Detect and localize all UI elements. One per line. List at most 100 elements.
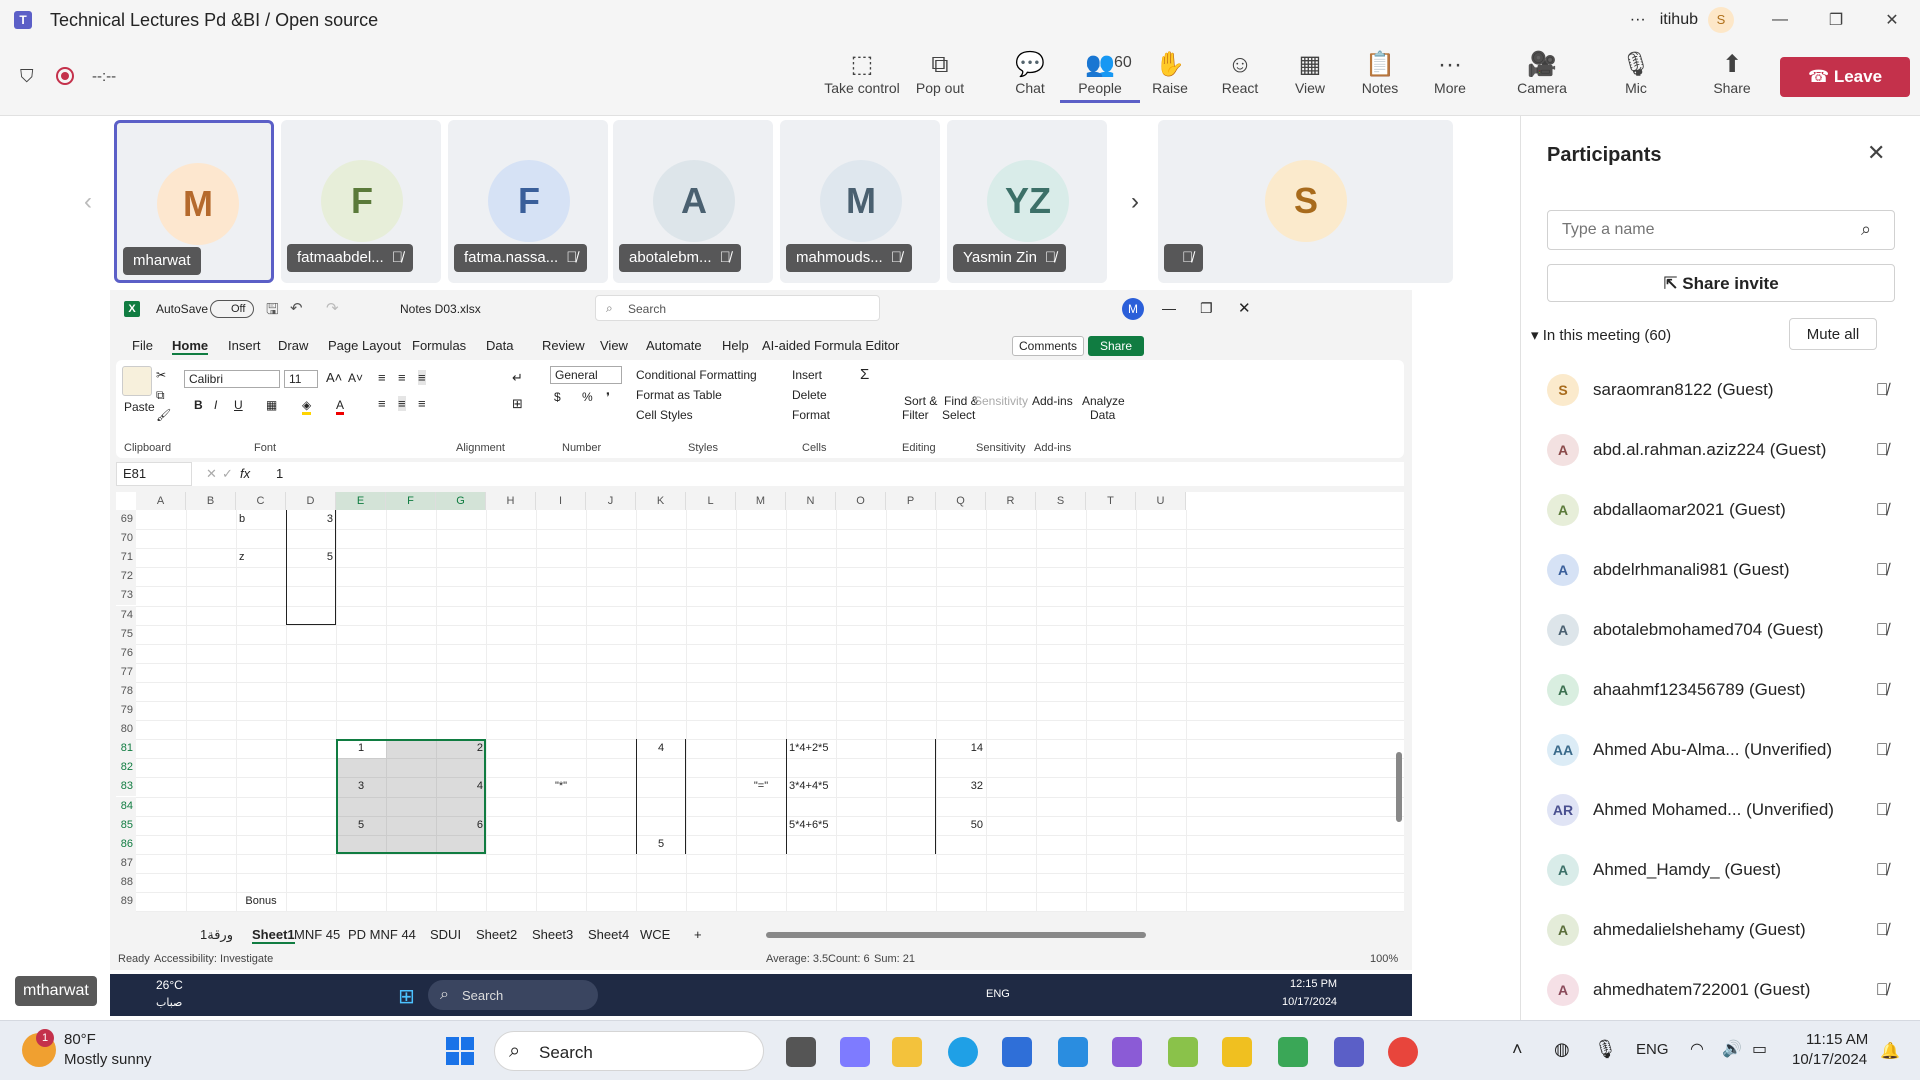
analyze-data-label[interactable]: Data xyxy=(1090,408,1115,422)
cell-value[interactable]: 2 xyxy=(389,911,433,912)
excel-close-button[interactable]: ✕ xyxy=(1238,299,1251,317)
border-icon[interactable]: ▦ xyxy=(266,398,277,412)
formula-input[interactable]: 1 xyxy=(268,462,1404,486)
participant-row[interactable]: Aabd.al.rahman.aziz224 (Guest) 🎙̸ xyxy=(1547,430,1897,470)
column-header[interactable]: O xyxy=(836,492,886,510)
participant-video-tile[interactable]: Ffatmaabdel... 🎙̸ xyxy=(281,120,441,283)
column-header[interactable]: K xyxy=(636,492,686,510)
participant-row[interactable]: Aabdelrhmanali981 (Guest) 🎙̸ xyxy=(1547,550,1897,590)
cell-value[interactable]: 5 xyxy=(339,816,383,835)
autosave-toggle[interactable]: Off xyxy=(210,300,254,318)
save-icon[interactable]: 🖫 xyxy=(266,299,279,324)
participant-row[interactable]: Aabdallaomar2021 (Guest) 🎙̸ xyxy=(1547,490,1897,530)
cell-value[interactable]: 1 xyxy=(339,911,383,912)
close-window-button[interactable]: ✕ xyxy=(1864,10,1920,30)
horizontal-scrollbar[interactable] xyxy=(766,932,1146,938)
windows-start-icon[interactable]: ⊞ xyxy=(398,984,415,1009)
participant-video-tile[interactable]: Mmahmouds... 🎙̸ xyxy=(780,120,940,283)
paste-icon[interactable] xyxy=(122,366,152,396)
cell-value[interactable]: 3*4+4*5 xyxy=(789,777,828,796)
row-header[interactable]: 82 xyxy=(116,758,136,778)
ribbon-tab-help[interactable]: Help xyxy=(722,338,749,353)
row-header[interactable]: 79 xyxy=(116,701,136,720)
comments-button[interactable]: Comments xyxy=(1012,336,1084,356)
ribbon-tab-review[interactable]: Review xyxy=(542,338,585,353)
column-header[interactable]: E xyxy=(336,492,386,510)
cell-value[interactable]: 5 xyxy=(539,911,583,912)
function-icon[interactable]: fx xyxy=(240,466,250,481)
os-lang[interactable]: ENG xyxy=(1636,1041,1669,1058)
teams-icon[interactable] xyxy=(1334,1037,1364,1067)
os-date[interactable]: 10/17/2024 xyxy=(1792,1051,1867,1068)
sensitivity-button[interactable]: Sensitivity xyxy=(974,394,1028,408)
addins-button[interactable]: Add-ins xyxy=(1032,394,1073,408)
cell-value[interactable]: 1*5+2*7+3*9 xyxy=(789,911,851,912)
number-format-select[interactable]: General xyxy=(550,366,622,384)
analyze-label[interactable]: Analyze xyxy=(1082,394,1125,408)
mic-off-icon[interactable]: 🎙̸ xyxy=(1867,560,1897,580)
participant-row[interactable]: A Ahmed_Hamdy_ (Guest) 🎙̸ xyxy=(1547,850,1897,890)
column-header[interactable]: D xyxy=(286,492,336,510)
excel-user-avatar[interactable]: M xyxy=(1122,298,1144,320)
column-header[interactable]: R xyxy=(986,492,1036,510)
app-icon-3[interactable] xyxy=(1278,1037,1308,1067)
sheet-tab[interactable]: MNF 45 xyxy=(294,927,340,942)
row-header[interactable]: 81 xyxy=(116,739,136,759)
leave-button[interactable]: ☎ Leave xyxy=(1780,57,1910,97)
participant-video-tile[interactable]: Ffatma.nassa... 🎙̸ xyxy=(448,120,608,283)
sheet-tab[interactable]: Sheet3 xyxy=(532,927,573,942)
toolbar-pop-out-button[interactable]: ⧉ Pop out xyxy=(900,50,980,96)
format-table-button[interactable]: Format as Table xyxy=(636,388,722,402)
accessibility-status[interactable]: Accessibility: Investigate xyxy=(154,953,273,965)
mute-all-button[interactable]: Mute all xyxy=(1789,318,1877,350)
inner-search-box[interactable]: ⌕ Search xyxy=(428,980,598,1010)
select-label[interactable]: Select xyxy=(942,408,975,422)
row-header[interactable]: 75 xyxy=(116,624,136,644)
bold-icon[interactable]: B xyxy=(194,398,203,412)
cell-value[interactable]: 5*4+6*5 xyxy=(789,816,828,835)
mic-off-icon[interactable]: 🎙̸ xyxy=(1867,620,1897,640)
row-header[interactable]: 74 xyxy=(116,605,136,625)
minimize-button[interactable]: — xyxy=(1752,11,1808,29)
wrap-text-icon[interactable]: ↵ xyxy=(512,370,523,386)
chrome-icon[interactable] xyxy=(1388,1037,1418,1067)
wifi-icon[interactable]: ◠ xyxy=(1690,1039,1704,1059)
underline-icon[interactable]: U xyxy=(234,398,243,412)
os-search-box[interactable]: ⌕ Search xyxy=(494,1031,764,1071)
ribbon-tab-file[interactable]: File xyxy=(132,338,153,353)
align-left-icon[interactable]: ≡ xyxy=(378,396,386,411)
participant-search-input[interactable] xyxy=(1547,210,1895,250)
row-header[interactable]: 72 xyxy=(116,567,136,587)
more-options-icon[interactable]: ··· xyxy=(1630,11,1646,29)
toolbar-chat-button[interactable]: 💬 Chat xyxy=(990,50,1070,96)
spreadsheet-grid[interactable]: A B C D E F G H I J K L M N O P Q R S T U 69 70 71 72 73 74 75 76 77 7… xyxy=(116,492,1404,912)
participant-video-tile[interactable]: S 🎙̸ xyxy=(1158,120,1453,283)
mic-off-icon[interactable]: 🎙̸ xyxy=(1867,680,1897,700)
align-middle-icon[interactable]: ≡ xyxy=(398,370,406,385)
participant-row[interactable]: Aahaahmf123456789 (Guest) 🎙̸ xyxy=(1547,670,1897,710)
toolbar-take-control-button[interactable]: ⬚ Take control xyxy=(822,50,902,96)
row-header[interactable]: 87 xyxy=(116,853,136,873)
row-header[interactable]: 70 xyxy=(116,529,136,549)
column-header[interactable]: F xyxy=(386,492,436,510)
edge-icon[interactable] xyxy=(948,1037,978,1067)
cell-value[interactable]: "=" xyxy=(739,777,783,796)
cell-value[interactable]: 4 xyxy=(439,777,483,796)
volume-icon[interactable]: 🔊 xyxy=(1722,1039,1742,1059)
column-header[interactable]: M xyxy=(736,492,786,510)
toolbar-camera-button[interactable]: 🎥 Camera xyxy=(1502,50,1582,96)
cond-format-button[interactable]: Conditional Formatting xyxy=(636,368,757,382)
participant-row[interactable]: Aabotalebmohamed704 (Guest) 🎙̸ xyxy=(1547,610,1897,650)
mic-off-icon[interactable]: 🎙̸ xyxy=(1867,380,1897,400)
sheet-tab[interactable]: WCE xyxy=(640,927,670,942)
ribbon-tab-data[interactable]: Data xyxy=(486,338,513,353)
cell-value[interactable]: 5 xyxy=(639,835,683,854)
toolbar-view-button[interactable]: ▦ View xyxy=(1270,50,1350,96)
toolbar-share-button[interactable]: ⬆ Share xyxy=(1692,50,1772,96)
cell-value[interactable]: b xyxy=(239,510,283,529)
column-header[interactable]: P xyxy=(886,492,936,510)
cell-value[interactable]: 6 xyxy=(439,816,483,835)
row-header[interactable]: 69 xyxy=(116,510,136,529)
column-header[interactable]: A xyxy=(136,492,186,510)
column-header[interactable]: G xyxy=(436,492,486,510)
